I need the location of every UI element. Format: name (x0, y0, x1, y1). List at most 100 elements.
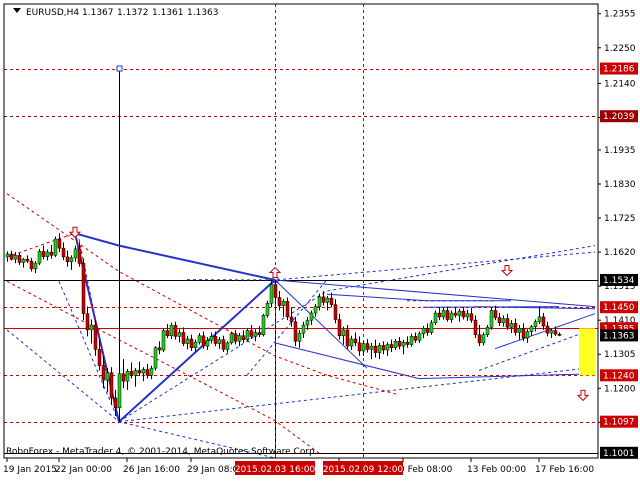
trend-line[interactable] (6, 329, 276, 459)
price-level-label: 1.1534 (603, 276, 635, 286)
candle (293, 316, 298, 347)
trend-line[interactable] (418, 373, 596, 380)
candle-body-bull (149, 367, 154, 376)
candle (393, 338, 398, 351)
arrow-down-icon[interactable] (500, 265, 514, 277)
trend-line[interactable] (186, 251, 596, 281)
candle (537, 306, 542, 325)
candle (165, 324, 170, 339)
candle-body-bull (265, 303, 270, 316)
candle (481, 332, 486, 346)
candle (249, 325, 254, 339)
candle (397, 337, 402, 350)
candles (5, 233, 562, 422)
candle-body-bull (193, 341, 198, 348)
candle-body-bull (37, 251, 42, 264)
candle-body-bull (485, 327, 490, 336)
candle-body-bear (289, 316, 294, 323)
x-axis-ticks: 19 Jan 201522 Jan 00:00 26 Jan 16:00 29 Ja… (3, 458, 594, 475)
candle-body-bull (313, 306, 318, 314)
candle (49, 244, 54, 259)
candle-body-bull (305, 319, 310, 326)
candle (89, 319, 94, 344)
candle (85, 306, 90, 337)
candle-body-bull (449, 312, 454, 320)
candle-body-bear (357, 342, 362, 352)
candle (509, 320, 514, 334)
forecast-box (579, 328, 595, 376)
candle (441, 307, 446, 320)
line-anchor-handle[interactable] (116, 65, 123, 72)
candle (217, 337, 222, 349)
candle-body-bull (549, 330, 554, 334)
chart-menu-triangle-icon[interactable] (13, 8, 21, 13)
chart-canvas: EURUSD,H4 1.1367 1.1372 1.1361 1.1363 Ro… (3, 3, 638, 475)
arrow-down-icon[interactable] (68, 226, 82, 238)
candle-body-bear (553, 330, 558, 335)
candle (21, 257, 26, 268)
candle-body-bear (425, 328, 430, 333)
candle-body-bull (229, 333, 234, 344)
candle-body-bear (497, 317, 502, 324)
price-level-label: 1.1240 (603, 371, 635, 381)
candle-body-bear (397, 341, 402, 347)
candle-body-bull (301, 324, 306, 334)
x-tick-label: 22 Jan 00:00 (55, 465, 112, 475)
candle-body-bull (489, 310, 494, 328)
candle-body-bull (525, 331, 530, 339)
candle (177, 329, 182, 343)
candle-body-bull (501, 318, 506, 324)
y-tick-label: 1.1830 (604, 180, 636, 190)
arrow-down-icon[interactable] (576, 389, 590, 402)
trend-line[interactable] (6, 193, 400, 396)
price-chart[interactable]: EURUSD,H4 1.1367 1.1372 1.1361 1.1363 Ro… (0, 0, 640, 480)
candle-body-bear (157, 347, 162, 351)
candle (121, 359, 126, 389)
y-tick-label: 1.2355 (604, 10, 636, 20)
trend-line[interactable] (58, 281, 120, 422)
candle-body-bull (409, 336, 414, 345)
candle (109, 367, 114, 405)
candle (73, 245, 78, 262)
candle (437, 307, 442, 321)
time-highlight-label: 2015.02.03 16:00 (235, 465, 316, 475)
candle-body-bear (17, 255, 22, 263)
x-tick-label: 13 Feb 00:00 (467, 465, 526, 475)
candle-body-bear (77, 248, 82, 264)
candle (533, 319, 538, 332)
arrow-up-icon[interactable] (268, 266, 282, 279)
candle-body-bear (61, 247, 66, 258)
candle-body-bear (285, 301, 290, 318)
trend-line[interactable] (74, 232, 276, 281)
candle-body-bear (165, 330, 170, 336)
candle (169, 322, 174, 339)
candle-body-bull (393, 341, 398, 348)
candle-body-bear (469, 313, 474, 321)
candle-body-bear (9, 253, 14, 260)
candle-body-bull (417, 333, 422, 341)
candle-body-bear (93, 324, 98, 350)
trend-line[interactable] (478, 331, 588, 371)
candle-body-bear (277, 297, 282, 306)
candle (369, 342, 374, 360)
trend-line[interactable] (274, 279, 368, 369)
price-level-label: 1.1363 (603, 331, 635, 341)
candle (153, 346, 158, 371)
candle-body-bull (429, 322, 434, 333)
candle-body-bull (21, 258, 26, 263)
candle (173, 321, 178, 340)
x-tick-label: 26 Jan 16:00 (123, 465, 180, 475)
candle-body-bull (465, 313, 470, 318)
candle-body-bear (113, 397, 118, 408)
candle-body-bear (373, 345, 378, 353)
x-tick-label: 19 Jan 2015 (3, 465, 57, 475)
candle-body-bear (145, 369, 150, 376)
candle (333, 299, 338, 324)
candle-body-bull (5, 253, 10, 258)
header-close: 1.1363 (187, 8, 219, 18)
candle (225, 341, 230, 353)
candle (185, 335, 190, 350)
candle (433, 310, 438, 326)
candle-body-bull (269, 284, 274, 304)
candle-body-bear (249, 330, 254, 337)
